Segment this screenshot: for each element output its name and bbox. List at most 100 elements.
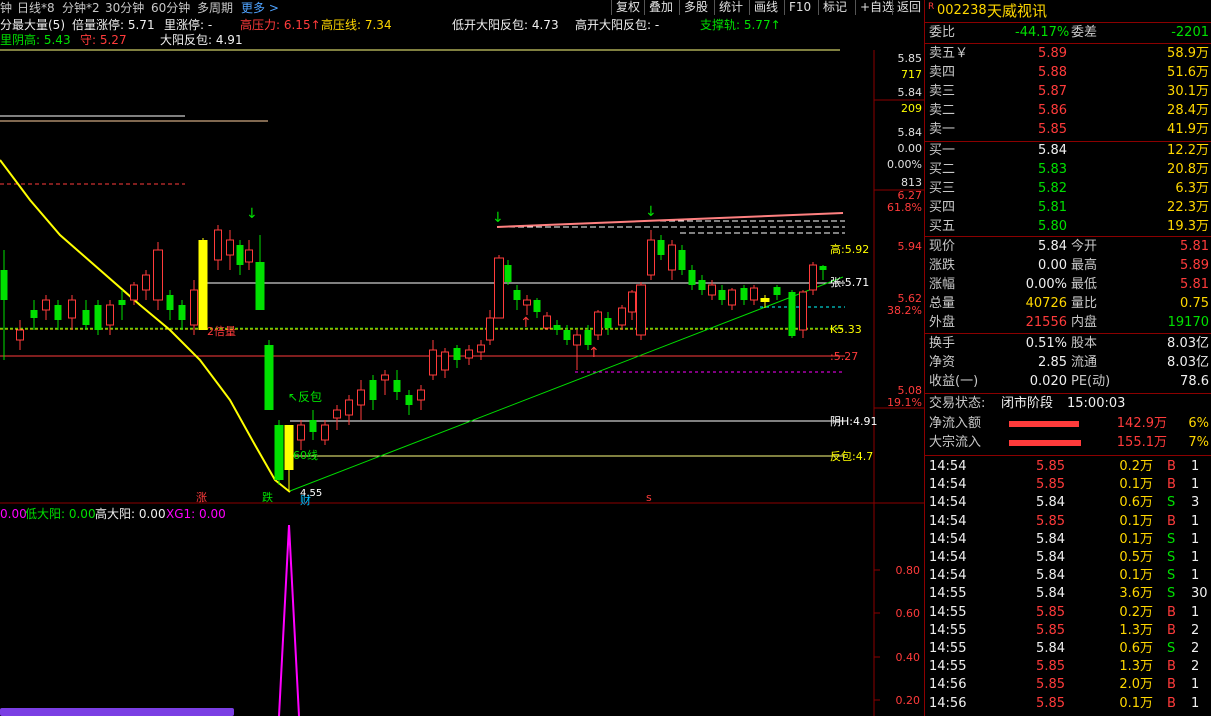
- quote-row: 涨幅 0.00% 最低 5.81: [925, 276, 1211, 294]
- mark-s: s: [646, 491, 652, 504]
- tick-count: 2: [1191, 622, 1200, 638]
- candle-body: [553, 325, 561, 330]
- finance-label: 换手: [929, 336, 956, 351]
- buy-level-row[interactable]: 买五 5.80 19.3万: [925, 218, 1211, 236]
- quote-value: 0.00: [1038, 258, 1067, 273]
- down-arrow-2: ↓: [492, 210, 504, 226]
- finance-row: 净资 2.85 流通 8.03亿: [925, 354, 1211, 372]
- sell-level-row[interactable]: 卖四 5.88 51.6万: [925, 64, 1211, 82]
- candle-body: [42, 299, 50, 311]
- buy-level-row[interactable]: 买四 5.81 22.3万: [925, 199, 1211, 217]
- finance-row: 换手 0.51% 股本 8.03亿: [925, 335, 1211, 353]
- buy-level-label: 买一: [929, 143, 956, 158]
- tick-count: 1: [1191, 677, 1200, 693]
- candles-group: [0, 225, 827, 490]
- candle-body: [563, 330, 571, 340]
- tick-side: S: [1167, 531, 1176, 547]
- tick-volume: 0.2万: [1119, 459, 1153, 474]
- candle-body: [345, 399, 353, 416]
- flow-label: 大宗流入: [929, 435, 982, 450]
- tick-count: 1: [1191, 513, 1200, 529]
- buy-level-volume: 12.2万: [1167, 143, 1209, 158]
- axis-p2: 717: [901, 68, 922, 81]
- candle-body: [708, 284, 716, 296]
- weibi-row: 委比 -44.17% 委差 -2201: [925, 24, 1211, 42]
- candle-body: [264, 345, 274, 410]
- tick-row: 14:56 5.85 0.1万 B 1: [925, 695, 1211, 713]
- buy-level-price: 5.82: [1038, 181, 1067, 196]
- buy-level-row[interactable]: 买二 5.83 20.8万: [925, 161, 1211, 179]
- sep-1: [925, 22, 1211, 23]
- sell-level-row[interactable]: 卖一 5.85 41.9万: [925, 121, 1211, 139]
- tick-count: 1: [1191, 550, 1200, 565]
- tick-volume: 0.6万: [1119, 641, 1153, 656]
- candle-body: [236, 245, 244, 265]
- buy-level-volume: 20.8万: [1167, 162, 1209, 177]
- tick-row: 14:56 5.85 2.0万 B 1: [925, 676, 1211, 694]
- price-axis-labels: 5.85 717 5.84 209 5.84 0.00 0.00% 813 6.…: [887, 52, 922, 409]
- candle-body: [118, 300, 126, 305]
- tick-side: S: [1167, 550, 1176, 565]
- candle-body: [190, 289, 198, 326]
- sep-6: [925, 393, 1211, 394]
- trade-status-time: 15:00:03: [1067, 396, 1126, 411]
- tick-side: S: [1167, 586, 1176, 602]
- candle-body: [357, 389, 365, 406]
- axis-p4: 209: [901, 102, 922, 115]
- quote-label: 外盘: [929, 315, 956, 330]
- candle-body: [369, 380, 377, 400]
- sell-level-volume: 58.9万: [1167, 46, 1209, 61]
- tick-time: 14:56: [929, 677, 967, 693]
- finance-label-2: 流通: [1071, 355, 1098, 370]
- quote-label: 总量: [929, 296, 956, 311]
- label-zhang: 张:5.71: [830, 276, 869, 289]
- candle-body: [393, 380, 401, 392]
- quote-value: 5.84: [1038, 239, 1067, 254]
- buy-level-row[interactable]: 买三 5.82 6.3万: [925, 180, 1211, 198]
- axis-p5: 5.84: [898, 126, 923, 139]
- sub-axis-3: 0.40: [896, 651, 921, 664]
- candle-body: [533, 300, 541, 312]
- buy-level-label: 买五: [929, 219, 956, 234]
- tick-side: S: [1167, 641, 1176, 656]
- candle-body: [381, 374, 389, 381]
- quote-row: 外盘 21556 内盘 19170: [925, 314, 1211, 332]
- down-arrow-3: ↓: [645, 204, 657, 220]
- sell-level-label: 卖三: [929, 84, 956, 99]
- quote-row: 现价 5.84 今开 5.81: [925, 238, 1211, 256]
- tick-price: 5.84: [1036, 550, 1065, 565]
- candle-body: [799, 291, 807, 331]
- tick-price: 5.85: [1036, 477, 1065, 493]
- quote-label-2: 内盘: [1071, 315, 1098, 330]
- sep-4: [925, 236, 1211, 237]
- axis-p8: 813: [901, 176, 922, 189]
- r-badge: R: [928, 2, 935, 12]
- tick-volume: 0.6万: [1119, 495, 1153, 511]
- label-yin-h: 阴H:4.91: [830, 415, 877, 428]
- flow-percent: 6%: [1188, 416, 1209, 431]
- buy-level-volume: 19.3万: [1167, 219, 1209, 234]
- candle-body: [647, 239, 655, 276]
- axis-p1: 5.85: [898, 52, 923, 65]
- tick-row: 14:54 5.84 0.1万 S 1: [925, 567, 1211, 585]
- tick-volume: 3.6万: [1119, 586, 1153, 602]
- candle-body: [668, 244, 676, 271]
- horizontal-scrollbar[interactable]: [0, 708, 234, 716]
- candle-body: [773, 287, 781, 295]
- candle-body: [728, 289, 736, 306]
- tick-count: 2: [1191, 641, 1200, 656]
- buy-level-volume: 6.3万: [1175, 181, 1209, 196]
- quote-label: 涨跌: [929, 258, 956, 273]
- kline-chart[interactable]: ↓ ↓ ↓ ↑ ↑ 高:5.92 张:5.71 K5.33 :5.27 阴H:4…: [0, 0, 924, 716]
- tick-count: 30: [1191, 586, 1208, 602]
- finance-label: 收益(一): [929, 374, 979, 389]
- buy-level-row[interactable]: 买一 5.84 12.2万: [925, 142, 1211, 160]
- sell-level-row[interactable]: 卖五￥ 5.89 58.9万: [925, 45, 1211, 63]
- sell-level-row[interactable]: 卖三 5.87 30.1万: [925, 83, 1211, 101]
- sell-level-row[interactable]: 卖二 5.86 28.4万: [925, 102, 1211, 120]
- tick-side: B: [1167, 677, 1176, 693]
- candle-body: [198, 240, 208, 330]
- flow-row: 大宗流入 155.1万 7%: [925, 434, 1211, 452]
- finance-value-2: 78.6: [1180, 374, 1209, 389]
- weibi-label: 委比: [929, 25, 956, 40]
